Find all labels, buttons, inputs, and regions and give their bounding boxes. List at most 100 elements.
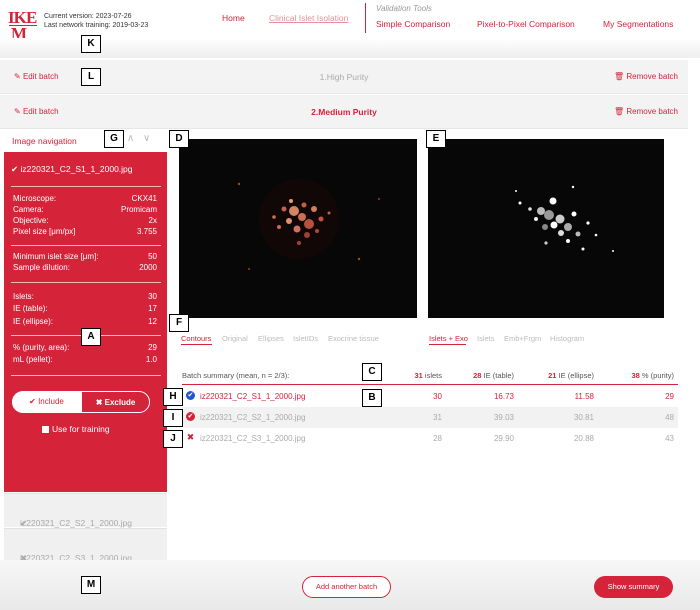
nav-divider (365, 3, 366, 33)
summary-ie-ellipse: 21 IE (ellipse) (548, 371, 594, 380)
summary-divider (182, 384, 678, 385)
batch-row-high-purity[interactable]: ✎ Edit batch 1.High Purity 🗑 Remove batc… (0, 60, 688, 94)
trash-icon: 🗑 (614, 72, 625, 81)
marker-c: C (362, 363, 382, 381)
row-purity: 29 (665, 392, 674, 401)
tab-emb-frgm[interactable]: Emb+Frgm (504, 334, 541, 343)
marker-g: G (104, 130, 124, 148)
batch-summary-header: Batch summary (mean, n = 2/3): 31 islets… (182, 371, 678, 384)
row-filename[interactable]: iz220321_C2_S3_1_2000.jpg (200, 434, 305, 443)
chevron-up-icon[interactable]: ∧ (127, 133, 134, 144)
selected-image-panel: ✔ iz220321_C2_S1_1_2000.jpg Microscope: C… (4, 152, 167, 492)
row-purity: 48 (665, 413, 674, 422)
table-row[interactable]: ✔ iz220321_C2_S2_1_2000.jpg 31 39.03 30.… (182, 407, 678, 428)
batch-title: 2.Medium Purity (311, 107, 377, 117)
microscope-row: Microscope: CKX41 (13, 194, 157, 203)
nav-clinical-islet-isolation[interactable]: Clinical Islet Isolation (269, 13, 348, 23)
remove-batch-button[interactable]: 🗑 Remove batch (614, 72, 678, 81)
tab-underline (429, 344, 466, 345)
camera-row: Camera: Promicam (13, 205, 157, 214)
nav-home[interactable]: Home (222, 13, 245, 23)
divider (11, 375, 161, 376)
chevron-down-icon[interactable]: ∨ (143, 133, 150, 144)
show-summary-button[interactable]: Show summary (594, 576, 673, 598)
min-islet-row: Minimum islet size [μm]: 50 (13, 252, 157, 261)
batch-title: 1.High Purity (319, 72, 369, 82)
validation-tools-title: Validation Tools (376, 4, 432, 13)
islets-row: Islets: 30 (13, 292, 157, 301)
tab-ellipses[interactable]: Ellipses (258, 334, 284, 343)
check-circle-icon: ✔ (186, 412, 195, 421)
contours-image[interactable] (179, 139, 417, 318)
table-row[interactable]: ✖ iz220321_C2_S3_1_2000.jpg 28 29.90 20.… (182, 428, 678, 449)
row-islets: 31 (433, 413, 442, 422)
ie-table-row: IE (table): 17 (13, 304, 157, 313)
marker-e: E (426, 130, 446, 148)
current-version: Current version: 2023-07-26 (44, 13, 132, 20)
close-icon: ✖ (186, 432, 195, 442)
tab-contours[interactable]: Contours (181, 334, 211, 343)
islets-exo-canvas (515, 185, 614, 252)
tab-underline (181, 344, 212, 345)
ikem-logo[interactable]: IK E M (7, 5, 37, 43)
row-ie-ellipse: 20.88 (573, 434, 594, 443)
summary-islets: 31 islets (414, 371, 442, 380)
tab-original[interactable]: Original (222, 334, 248, 343)
check-circle-icon: ✔ (11, 164, 19, 174)
marker-h: H (163, 388, 183, 406)
check-circle-icon: ✔ (29, 397, 39, 406)
version-info: Current version: 2023-07-26 Last network… (44, 12, 148, 30)
row-islets: 30 (433, 392, 442, 401)
divider (11, 245, 161, 246)
divider (11, 282, 161, 283)
row-ie-table: 39.03 (493, 413, 514, 422)
tab-islets[interactable]: Islets (477, 334, 495, 343)
header-shadow (0, 38, 700, 58)
marker-l: L (81, 68, 101, 86)
batch-row-medium-purity[interactable]: ✎ Edit batch 2.Medium Purity 🗑 Remove ba… (0, 95, 688, 129)
remove-batch-label: Remove batch (626, 107, 678, 116)
nav-my-segmentations[interactable]: My Segmentations (603, 19, 673, 29)
islets-exo-image[interactable] (428, 139, 664, 318)
divider (11, 186, 161, 187)
last-training: Last network training: 2019-03-23 (44, 22, 149, 29)
ml-pellet-row: mL (pellet): 1.0 (13, 355, 157, 364)
nav-pixel-comparison[interactable]: Pixel-to-Pixel Comparison (477, 19, 575, 29)
exclude-button[interactable]: ✖ Exclude (81, 391, 150, 413)
row-islets: 28 (433, 434, 442, 443)
include-button[interactable]: ✔ Include (12, 391, 81, 413)
tab-islets-exo[interactable]: Islets + Exo (429, 334, 468, 343)
row-filename[interactable]: iz220321_C2_S2_1_2000.jpg (200, 413, 305, 422)
marker-a: A (81, 328, 101, 346)
include-exclude-toggle: ✔ Include ✖ Exclude (12, 391, 150, 413)
selected-image-filename: iz220321_C2_S1_1_2000.jpg (20, 164, 133, 174)
objective-row: Objective: 2x (13, 216, 157, 225)
selected-image-title[interactable]: ✔ iz220321_C2_S1_1_2000.jpg (11, 164, 133, 175)
row-ie-ellipse: 30.81 (573, 413, 594, 422)
batch-summary-label: Batch summary (mean, n = 2/3): (182, 371, 290, 380)
add-batch-button[interactable]: Add another batch (302, 576, 391, 598)
pixel-size-row: Pixel size [μm/px] 3.755 (13, 227, 157, 236)
marker-b: B (362, 389, 382, 407)
tab-isletids[interactable]: IsletIDs (293, 334, 318, 343)
marker-j: J (163, 430, 183, 448)
table-row[interactable]: ✔ iz220321_C2_S1_1_2000.jpg 30 16.73 11.… (182, 386, 678, 407)
image-list-item[interactable]: ✖ iz220321_C2_S3_1_2000.jpg (4, 528, 167, 563)
ie-ellipse-row: IE (ellipse): 12 (13, 317, 157, 326)
row-ie-table: 29.90 (493, 434, 514, 443)
nav-simple-comparison[interactable]: Simple Comparison (376, 19, 450, 29)
remove-batch-label: Remove batch (626, 72, 678, 81)
remove-batch-button[interactable]: 🗑 Remove batch (614, 107, 678, 116)
marker-d: D (169, 130, 189, 148)
tab-histogram[interactable]: Histogram (550, 334, 584, 343)
row-filename[interactable]: iz220321_C2_S1_1_2000.jpg (200, 392, 305, 401)
tab-exocrine-tissue[interactable]: Exocrine tissue (328, 334, 379, 343)
use-for-training-checkbox[interactable]: Use for training (42, 424, 110, 434)
dilution-row: Sample dilution: 2000 (13, 263, 157, 272)
image-list-item[interactable]: ✔ iz220321_C2_S2_1_2000.jpg (4, 493, 167, 528)
checkbox-icon (42, 426, 49, 433)
marker-m: M (81, 576, 101, 594)
summary-ie-table: 28 IE (table) (473, 371, 514, 380)
row-ie-table: 16.73 (493, 392, 514, 401)
close-icon: ✖ (95, 398, 105, 407)
